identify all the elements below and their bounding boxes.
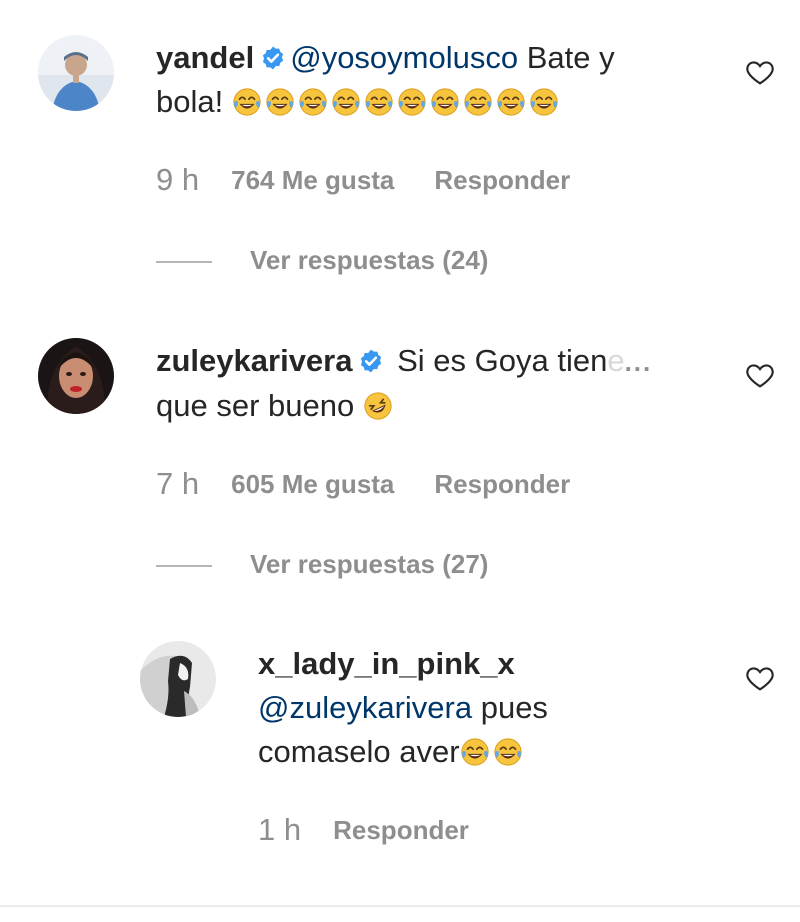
comment-text-line2: bola! bbox=[156, 84, 224, 119]
tears-of-joy-emoji-icon bbox=[299, 88, 327, 116]
like-heart-icon[interactable] bbox=[744, 662, 776, 694]
comment-time: 7 h bbox=[156, 466, 200, 501]
yandel-avatar-icon bbox=[38, 35, 114, 111]
tears-of-joy-emoji-icon bbox=[461, 738, 489, 766]
verified-badge-icon bbox=[263, 46, 284, 70]
tears-of-joy-emoji-icon bbox=[497, 88, 525, 116]
rolling-laughing-emoji-icon bbox=[364, 392, 392, 420]
comment-text: Si es Goya tien bbox=[388, 343, 608, 378]
comment-text-faded: e bbox=[607, 343, 625, 378]
mention-link[interactable]: @yosoymolusco bbox=[290, 40, 518, 75]
bottom-divider bbox=[0, 905, 800, 907]
tears-of-joy-emoji-icon bbox=[494, 738, 522, 766]
replies-divider bbox=[156, 565, 212, 568]
reply-button[interactable]: Responder bbox=[434, 165, 570, 195]
emoji-row bbox=[232, 84, 562, 119]
username[interactable]: x_lady_in_pink_x bbox=[258, 646, 515, 681]
likes-count[interactable]: 605 Me gusta bbox=[231, 469, 394, 499]
verified-badge-icon bbox=[361, 349, 382, 373]
comment-text-line3: comaselo aver bbox=[258, 734, 460, 769]
view-replies-button[interactable]: Ver respuestas (27) bbox=[156, 549, 488, 580]
tears-of-joy-emoji-icon bbox=[530, 88, 558, 116]
tears-of-joy-emoji-icon bbox=[464, 88, 492, 116]
view-replies-label: Ver respuestas (24) bbox=[250, 245, 489, 275]
username[interactable]: yandel bbox=[156, 40, 254, 75]
comment-text: pues bbox=[472, 690, 548, 725]
user-avatar[interactable] bbox=[140, 641, 216, 717]
comment-time: 9 h bbox=[156, 162, 200, 197]
username[interactable]: zuleykarivera bbox=[156, 343, 352, 378]
tears-of-joy-emoji-icon bbox=[365, 88, 393, 116]
lady-avatar-icon bbox=[140, 641, 216, 717]
user-avatar[interactable] bbox=[38, 338, 114, 414]
like-heart-icon[interactable] bbox=[744, 359, 776, 391]
tears-of-joy-emoji-icon bbox=[266, 88, 294, 116]
more-button[interactable]: ... bbox=[625, 347, 653, 377]
likes-count[interactable]: 764 Me gusta bbox=[231, 165, 394, 195]
emoji-row bbox=[460, 734, 526, 769]
reply-button[interactable]: Responder bbox=[333, 815, 469, 845]
tears-of-joy-emoji-icon bbox=[332, 88, 360, 116]
view-replies-label: Ver respuestas (27) bbox=[250, 549, 489, 579]
comment-time: 1 h bbox=[258, 812, 302, 847]
tears-of-joy-emoji-icon bbox=[233, 88, 261, 116]
like-heart-icon[interactable] bbox=[744, 56, 776, 88]
reply-button[interactable]: Responder bbox=[434, 469, 570, 499]
user-avatar[interactable] bbox=[38, 35, 114, 111]
replies-divider bbox=[156, 261, 212, 264]
mention-link[interactable]: @zuleykarivera bbox=[258, 690, 472, 725]
tears-of-joy-emoji-icon bbox=[431, 88, 459, 116]
view-replies-button[interactable]: Ver respuestas (24) bbox=[156, 245, 488, 276]
tears-of-joy-emoji-icon bbox=[398, 88, 426, 116]
comment-text: Bate y bbox=[518, 40, 615, 75]
comment-text-line2: que ser bueno bbox=[156, 388, 355, 423]
zuleyka-avatar-icon bbox=[38, 338, 114, 414]
